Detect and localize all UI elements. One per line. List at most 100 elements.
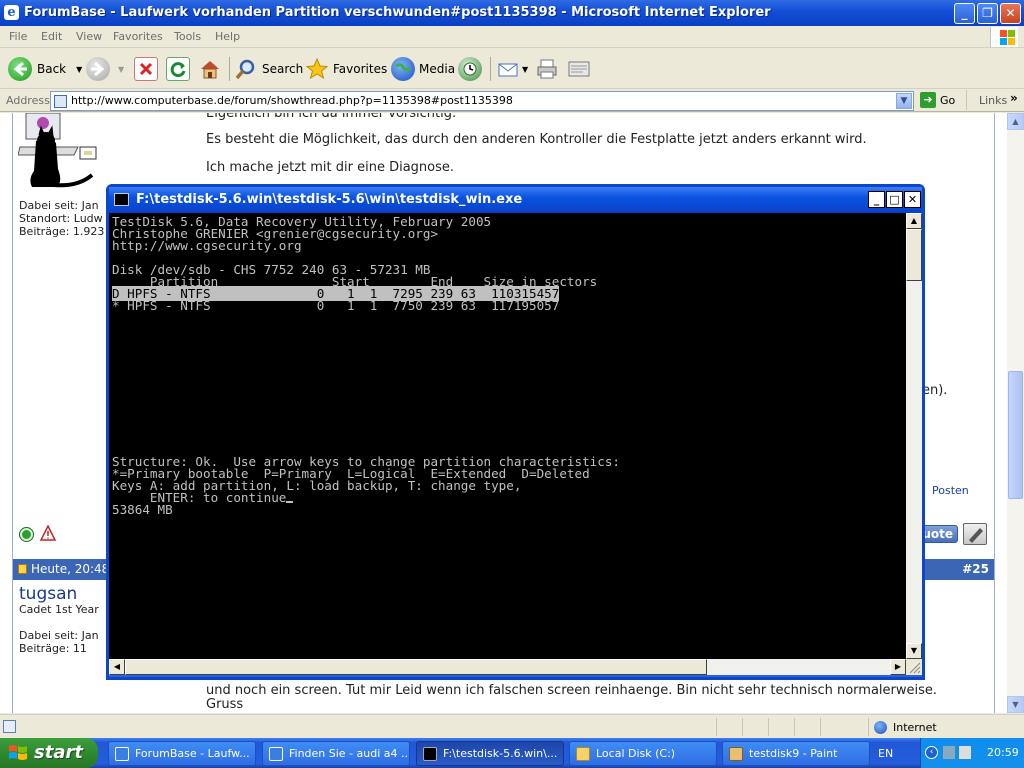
address-dropdown-icon[interactable]: ▼ — [896, 93, 912, 109]
windows-flag-icon — [9, 745, 27, 760]
tray-expand-icon[interactable]: ‹ — [925, 746, 938, 759]
console-title-bar[interactable]: F:\testdisk-5.6.win\testdisk-5.6\win\tes… — [109, 187, 922, 213]
search-label: Search — [262, 62, 304, 76]
post-number-link[interactable]: #25 — [962, 562, 989, 576]
back-button[interactable]: Back ▼ — [8, 55, 82, 83]
page-scrollbar[interactable]: ▲ ▼ — [1007, 113, 1024, 713]
console-task-icon — [423, 746, 437, 761]
console-hscroll-thumb[interactable] — [125, 659, 707, 675]
console-horizontal-scrollbar[interactable]: ◀ ▶ — [109, 659, 906, 675]
ie-app-icon[interactable]: e — [4, 5, 19, 20]
menu-help[interactable]: Help — [215, 30, 240, 43]
go-button[interactable]: ➜ Go — [920, 92, 955, 108]
task-paint[interactable]: testdisk9 - Paint — [722, 741, 870, 766]
console-scroll-up-icon[interactable]: ▲ — [906, 213, 922, 229]
testdisk-console-window[interactable]: F:\testdisk-5.6.win\testdisk-5.6\win\tes… — [106, 184, 925, 680]
posten-link[interactable]: Posten — [932, 484, 969, 497]
scroll-up-icon[interactable]: ▲ — [1007, 113, 1024, 130]
console-vertical-scrollbar[interactable]: ▲ ▼ — [906, 213, 922, 659]
mail-dropdown-icon[interactable]: ▼ — [522, 65, 528, 74]
folder-icon — [576, 746, 590, 761]
address-input[interactable] — [71, 94, 891, 107]
tray-volume-icon[interactable] — [959, 746, 971, 759]
console-close-button[interactable]: ✕ — [904, 191, 921, 208]
status-bar: Internet — [0, 714, 1024, 738]
back-dropdown-icon[interactable]: ▼ — [76, 65, 82, 74]
console-scroll-right-icon[interactable]: ▶ — [890, 659, 906, 675]
clock[interactable]: 20:59 — [987, 746, 1019, 759]
task-label: Finden Sie - audi a4 ... — [289, 747, 410, 760]
ie-task-icon — [115, 746, 129, 761]
task-local-disk[interactable]: Local Disk (C:) — [569, 741, 717, 766]
page-scroll-thumb[interactable] — [1008, 371, 1023, 499]
media-label: Media — [419, 62, 456, 76]
task-label: ForumBase - Laufw... — [135, 747, 250, 760]
favorites-star-icon — [305, 57, 329, 81]
console-minimize-button[interactable]: _ — [868, 191, 885, 208]
post25-greeting: Gruss — [206, 697, 244, 712]
mail-button[interactable]: ▼ — [496, 55, 528, 83]
edit-post-icon[interactable] — [963, 523, 987, 545]
menu-edit[interactable]: Edit — [41, 30, 62, 43]
scroll-down-icon[interactable]: ▼ — [1007, 696, 1024, 713]
refresh-button[interactable] — [166, 55, 190, 83]
edit-button[interactable] — [567, 55, 591, 83]
history-button[interactable] — [458, 55, 482, 83]
task-label: Local Disk (C:) — [596, 747, 676, 760]
tray-network-icon[interactable] — [943, 746, 955, 759]
task-forumbase[interactable]: ForumBase - Laufw... — [108, 741, 256, 766]
console-line: http://www.cgsecurity.org — [112, 238, 302, 253]
home-icon — [198, 57, 222, 81]
search-button[interactable]: Search — [234, 55, 303, 83]
avatar — [17, 113, 104, 191]
links-label[interactable]: Links — [979, 94, 1007, 107]
minimize-button[interactable]: _ — [954, 3, 975, 24]
links-chevron-icon[interactable]: » — [1010, 91, 1018, 105]
paint-icon — [729, 746, 743, 761]
page-icon — [54, 95, 67, 108]
post-text-partial-right: en). — [922, 383, 948, 398]
user-rank: Cadet 1st Year — [19, 603, 99, 616]
media-button[interactable]: Media — [391, 55, 455, 83]
task-finden-sie[interactable]: Finden Sie - audi a4 ... — [262, 741, 410, 766]
media-globe-icon — [391, 57, 415, 81]
address-field[interactable]: ▼ — [50, 91, 914, 111]
forward-dropdown-icon[interactable]: ▼ — [118, 65, 124, 74]
console-vscroll-thumb[interactable] — [906, 229, 922, 281]
restore-button[interactable]: ❐ — [977, 3, 998, 24]
ie-title-bar[interactable]: e ForumBase - Laufwerk vorhanden Partiti… — [0, 0, 1024, 26]
report-warning-icon[interactable] — [39, 524, 57, 541]
language-indicator[interactable]: EN — [878, 747, 893, 760]
menu-bar: File Edit View Favorites Tools Help — [0, 26, 1024, 48]
post-text-line1: Es besteht die Möglichkeit, das durch de… — [206, 132, 867, 147]
text-cursor — [286, 501, 294, 503]
taskbar: start ForumBase - Laufw... Finden Sie - … — [0, 738, 1024, 768]
start-button[interactable]: start — [0, 738, 98, 768]
forward-button[interactable]: ▼ — [86, 55, 124, 83]
menu-file[interactable]: File — [9, 30, 27, 43]
menu-view[interactable]: View — [76, 30, 102, 43]
close-button[interactable]: ✕ — [1000, 3, 1021, 24]
print-button[interactable] — [535, 55, 559, 83]
task-testdisk[interactable]: F:\testdisk-5.6.win\... — [416, 741, 564, 766]
console-scroll-left-icon[interactable]: ◀ — [109, 659, 125, 675]
print-icon — [535, 57, 559, 81]
stop-button[interactable] — [134, 55, 158, 83]
partition-row[interactable]: * HPFS - NTFS 0 1 1 7750 239 63 11719505… — [112, 299, 620, 312]
console-maximize-button[interactable]: □ — [886, 191, 903, 208]
menu-tools[interactable]: Tools — [174, 30, 201, 43]
console-resize-grip-icon[interactable] — [906, 659, 922, 675]
home-button[interactable] — [198, 55, 222, 83]
user1-beitraege: Beiträge: 1.923 — [19, 225, 105, 238]
forward-arrow-icon — [86, 57, 110, 81]
console-app-icon[interactable] — [114, 193, 129, 206]
size-line: 53864 MB — [112, 502, 173, 517]
console-output[interactable]: TestDisk 5.6, Data Recovery Utility, Feb… — [109, 213, 906, 659]
address-bar: Address ▼ ➜ Go Links » — [0, 90, 1024, 112]
ie-task-icon — [269, 746, 283, 761]
favorites-button[interactable]: Favorites — [305, 55, 387, 83]
go-arrow-icon: ➜ — [920, 92, 936, 108]
menu-favorites[interactable]: Favorites — [113, 30, 163, 43]
console-scroll-down-icon[interactable]: ▼ — [906, 643, 922, 659]
post-username[interactable]: tugsan — [19, 584, 77, 604]
